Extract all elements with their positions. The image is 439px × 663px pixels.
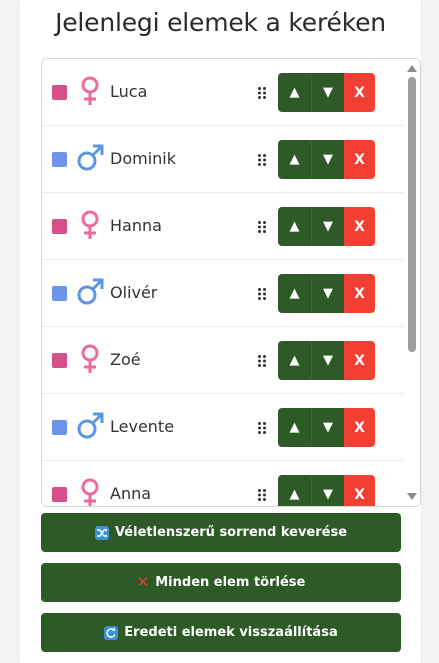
drag-handle-icon[interactable] <box>257 85 267 99</box>
drag-handle-icon[interactable] <box>257 487 267 501</box>
shuffle-icon <box>94 525 109 540</box>
list-item[interactable]: Hanna ▲ ▼ X <box>42 193 404 260</box>
delete-button[interactable]: X <box>344 140 375 179</box>
move-up-button[interactable]: ▲ <box>278 207 311 246</box>
shuffle-button[interactable]: Véletlenszerű sorrend keverése <box>41 513 401 552</box>
color-swatch <box>52 420 67 435</box>
drag-handle-icon[interactable] <box>257 152 267 166</box>
move-up-button[interactable]: ▲ <box>278 140 311 179</box>
cross-mark-icon: ✕ <box>136 573 150 591</box>
scrollbar[interactable] <box>404 59 420 506</box>
delete-button[interactable]: X <box>344 207 375 246</box>
restore-button-label: Eredeti elemek visszaállítása <box>124 625 338 640</box>
wheel-items-panel: Jelenlegi elemek a keréken Luca ▲ ▼ X Do… <box>20 0 421 663</box>
delete-button[interactable]: X <box>344 274 375 313</box>
clear-all-button[interactable]: ✕ Minden elem törlése <box>41 563 401 602</box>
item-button-group: ▲ ▼ X <box>278 274 375 313</box>
move-up-button[interactable]: ▲ <box>278 408 311 447</box>
item-button-group: ▲ ▼ X <box>278 475 375 506</box>
move-down-button[interactable]: ▼ <box>311 207 344 246</box>
drag-handle-icon[interactable] <box>257 353 267 367</box>
move-down-button[interactable]: ▼ <box>311 274 344 313</box>
restore-icon <box>104 625 119 640</box>
female-symbol-icon <box>75 75 105 107</box>
item-button-group: ▲ ▼ X <box>278 140 375 179</box>
item-button-group: ▲ ▼ X <box>278 73 375 112</box>
drag-handle-icon[interactable] <box>257 219 267 233</box>
items-list: Luca ▲ ▼ X Dominik ▲ ▼ X Hanna ▲ ▼ X Oli… <box>42 59 404 506</box>
move-down-button[interactable]: ▼ <box>311 408 344 447</box>
item-name: Luca <box>110 82 148 101</box>
drag-handle-icon[interactable] <box>257 420 267 434</box>
shuffle-button-label: Véletlenszerű sorrend keverése <box>114 525 348 540</box>
list-item[interactable]: Olivér ▲ ▼ X <box>42 260 404 327</box>
list-item[interactable]: Levente ▲ ▼ X <box>42 394 404 461</box>
scroll-up-arrow-icon[interactable] <box>407 65 417 72</box>
color-swatch <box>52 219 67 234</box>
move-down-button[interactable]: ▼ <box>311 140 344 179</box>
restore-button[interactable]: Eredeti elemek visszaállítása <box>41 613 401 652</box>
move-up-button[interactable]: ▲ <box>278 341 311 380</box>
item-button-group: ▲ ▼ X <box>278 408 375 447</box>
move-down-button[interactable]: ▼ <box>311 475 344 506</box>
page-title: Jelenlegi elemek a keréken <box>55 8 386 37</box>
move-up-button[interactable]: ▲ <box>278 475 311 506</box>
male-symbol-icon <box>75 410 105 442</box>
list-item[interactable]: Zoé ▲ ▼ X <box>42 327 404 394</box>
item-name: Anna <box>110 484 152 503</box>
delete-button[interactable]: X <box>344 475 375 506</box>
item-name: Dominik <box>110 149 176 168</box>
scrollbar-thumb[interactable] <box>408 77 416 352</box>
clear-all-button-label: Minden elem törlése <box>155 575 306 590</box>
delete-button[interactable]: X <box>344 408 375 447</box>
item-name: Hanna <box>110 216 162 235</box>
move-down-button[interactable]: ▼ <box>311 73 344 112</box>
male-symbol-icon <box>75 276 105 308</box>
color-swatch <box>52 487 67 502</box>
item-button-group: ▲ ▼ X <box>278 207 375 246</box>
drag-handle-icon[interactable] <box>257 286 267 300</box>
item-button-group: ▲ ▼ X <box>278 341 375 380</box>
color-swatch <box>52 353 67 368</box>
delete-button[interactable]: X <box>344 341 375 380</box>
color-swatch <box>52 152 67 167</box>
scroll-down-arrow-icon[interactable] <box>407 493 417 500</box>
female-symbol-icon <box>75 209 105 241</box>
color-swatch <box>52 286 67 301</box>
list-item[interactable]: Luca ▲ ▼ X <box>42 59 404 126</box>
female-symbol-icon <box>75 477 105 506</box>
move-up-button[interactable]: ▲ <box>278 274 311 313</box>
female-symbol-icon <box>75 343 105 375</box>
items-list-container[interactable]: Luca ▲ ▼ X Dominik ▲ ▼ X Hanna ▲ ▼ X Oli… <box>41 58 421 507</box>
item-name: Levente <box>110 417 175 436</box>
delete-button[interactable]: X <box>344 73 375 112</box>
move-up-button[interactable]: ▲ <box>278 73 311 112</box>
male-symbol-icon <box>75 142 105 174</box>
item-name: Zoé <box>110 350 141 369</box>
list-item[interactable]: Anna ▲ ▼ X <box>42 461 404 506</box>
list-item[interactable]: Dominik ▲ ▼ X <box>42 126 404 193</box>
item-name: Olivér <box>110 283 158 302</box>
color-swatch <box>52 85 67 100</box>
move-down-button[interactable]: ▼ <box>311 341 344 380</box>
